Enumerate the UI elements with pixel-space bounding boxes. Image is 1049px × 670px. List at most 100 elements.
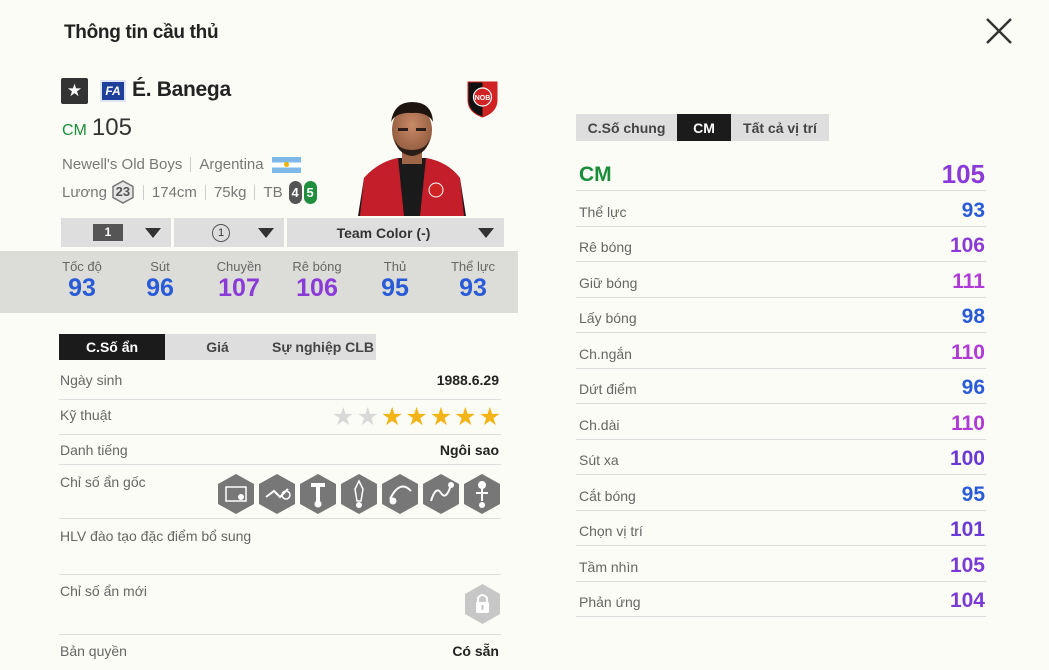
row-label: Ngày sinh — [60, 372, 123, 388]
detailed-stats-table: CM 105 Thể lực 93 Rê bóng 106 Giữ bóng 111 … — [576, 156, 986, 617]
trait-icons — [217, 473, 501, 515]
reputation-value: Ngôi sao — [439, 442, 499, 458]
stat-label: Thể lực — [450, 259, 496, 274]
stat-row-interceptions: Cắt bóng 95 — [576, 475, 986, 511]
row-label: Chỉ số ẩn gốc — [60, 474, 146, 490]
team-color-value: Team Color (-) — [336, 224, 431, 241]
stat-value: 93 — [68, 274, 96, 302]
player-info-line: Lương 23 174cm 75kg TB 4 5 — [62, 178, 317, 206]
skill-stars: ★ ★ ★ ★ ★ ★ ★ — [332, 404, 501, 430]
stat-row-reactions: Phản ứng 104 — [576, 582, 986, 617]
player-options: 1 1 Team Color (-) — [61, 218, 504, 247]
stat-value: 106 — [296, 274, 338, 302]
tab-hidden-stats[interactable]: C.Số ẩn — [59, 334, 165, 360]
stat-row-label: Thể lực — [579, 203, 627, 220]
playmaker-icon[interactable] — [299, 473, 337, 515]
copyright-value: Có sẵn — [452, 643, 499, 659]
stat-row-value: 93 — [961, 198, 985, 222]
height-value: 174cm — [151, 183, 197, 201]
stat-row-value: 104 — [949, 589, 985, 612]
row-birthdate: Ngày sinh 1988.6.29 — [59, 362, 501, 400]
birthdate-value: 1988.6.29 — [436, 372, 499, 388]
row-traits: Chỉ số ẩn gốc — [59, 465, 501, 519]
position-rating-row: CM 105 — [576, 156, 986, 191]
stat-row-value: 105 — [949, 553, 985, 577]
stat-label: Sút — [150, 259, 170, 274]
upgrade-level-dropdown[interactable]: 1 — [61, 218, 171, 247]
team-color-dropdown[interactable]: Team Color (-) — [287, 218, 504, 247]
tab-position-cm[interactable]: CM — [677, 114, 731, 141]
stat-row-vision: Tầm nhìn 105 — [576, 546, 986, 582]
stat-row-label: Dứt điểm — [579, 381, 637, 397]
stat-row-value: 100 — [949, 447, 985, 470]
stat-label: Rê bóng — [292, 259, 342, 274]
chevron-down-icon — [145, 228, 161, 238]
star-filled-icon: ★ — [405, 403, 428, 431]
tab-general-stats[interactable]: C.Số chung — [576, 114, 677, 141]
stat-label: Chuyền — [216, 259, 262, 274]
stat-row-standing-tackle: Lấy bóng 98 — [576, 298, 986, 333]
star-filled-icon: ★ — [478, 403, 501, 431]
stat-row-positioning: Chọn vị trí 101 — [576, 511, 986, 546]
stat-row-value: 96 — [961, 376, 985, 399]
row-copyright: Bản quyền Có sẵn — [59, 635, 501, 669]
row-label: Bản quyền — [60, 643, 127, 659]
tab-club-career[interactable]: Sự nghiệp CLB — [270, 334, 376, 360]
star-empty-icon: ★ — [356, 403, 379, 431]
stat-label: Thủ — [383, 259, 407, 274]
stat-passing: Chuyền 107 — [204, 259, 274, 302]
position-rating-value: 105 — [941, 159, 985, 189]
salary-label: Lương — [62, 183, 107, 201]
outside-foot-icon[interactable] — [381, 473, 419, 515]
close-button[interactable] — [983, 15, 1015, 47]
row-reputation: Danh tiếng Ngôi sao — [59, 435, 501, 465]
stat-pace: Tốc độ 93 — [47, 259, 117, 302]
early-crosser-icon[interactable] — [340, 473, 378, 515]
close-icon — [986, 18, 1012, 44]
tab-price[interactable]: Giá — [165, 334, 270, 360]
stat-value: 95 — [381, 274, 409, 302]
stat-row-label: Rê bóng — [579, 239, 632, 255]
lock-icon[interactable] — [464, 583, 501, 625]
row-label: Danh tiếng — [60, 442, 128, 458]
salary-value: 23 — [115, 184, 131, 199]
power-header-icon[interactable] — [463, 473, 501, 515]
stat-row-stamina: Thể lực 93 — [576, 191, 986, 227]
nation-name: Argentina — [199, 156, 264, 173]
stat-row-short-passing: Ch.ngắn 110 — [576, 333, 986, 369]
tab-all-positions[interactable]: Tất cả vị trí — [731, 114, 829, 141]
stat-row-label: Cắt bóng — [579, 487, 636, 504]
row-label: Kỹ thuật — [60, 407, 112, 423]
hidden-stats-table: Ngày sinh 1988.6.29 Kỹ thuật ★ ★ ★ ★ ★ ★… — [59, 362, 501, 669]
club-logo-icon: NOB — [467, 81, 498, 118]
position-overall: CM 105 — [62, 114, 132, 142]
stat-row-value: 98 — [961, 305, 985, 328]
club-logo-text: NOB — [475, 95, 491, 102]
overall-value: 105 — [91, 114, 132, 141]
stat-row-dribbling: Rê bóng 106 — [576, 227, 986, 262]
position-label: CM — [579, 163, 612, 186]
club-nation-line: Newell's Old Boys Argentina — [62, 156, 301, 173]
strong-foot-badge: 5 — [303, 180, 317, 204]
weak-foot-badge: 4 — [288, 180, 302, 204]
stat-row-label: Lấy bóng — [579, 310, 637, 326]
upgrade-level-value: 1 — [93, 224, 123, 241]
flair-icon[interactable] — [258, 473, 296, 515]
stat-row-value: 110 — [951, 340, 985, 364]
stat-row-label: Tầm nhìn — [579, 558, 639, 575]
speed-dribbler-icon[interactable] — [422, 473, 460, 515]
long-shot-taker-icon[interactable] — [217, 473, 255, 515]
stat-value: 96 — [146, 274, 174, 302]
training-level-dropdown[interactable]: 1 — [174, 218, 284, 247]
stat-row-value: 106 — [949, 234, 985, 257]
salary-hexagon-icon: 23 — [111, 180, 135, 204]
left-tabs: C.Số ẩn Giá Sự nghiệp CLB — [59, 334, 376, 360]
row-skill-moves: Kỹ thuật ★ ★ ★ ★ ★ ★ ★ — [59, 400, 501, 435]
stat-label: Tốc độ — [62, 259, 102, 274]
stat-defending: Thủ 95 — [360, 259, 430, 302]
stat-row-label: Ch.ngắn — [579, 345, 632, 362]
stat-row-finishing: Dứt điểm 96 — [576, 369, 986, 404]
player-name: É. Banega — [132, 78, 231, 101]
right-tabs: C.Số chung CM Tất cả vị trí — [576, 114, 829, 141]
star-filled-icon: ★ — [454, 403, 477, 431]
